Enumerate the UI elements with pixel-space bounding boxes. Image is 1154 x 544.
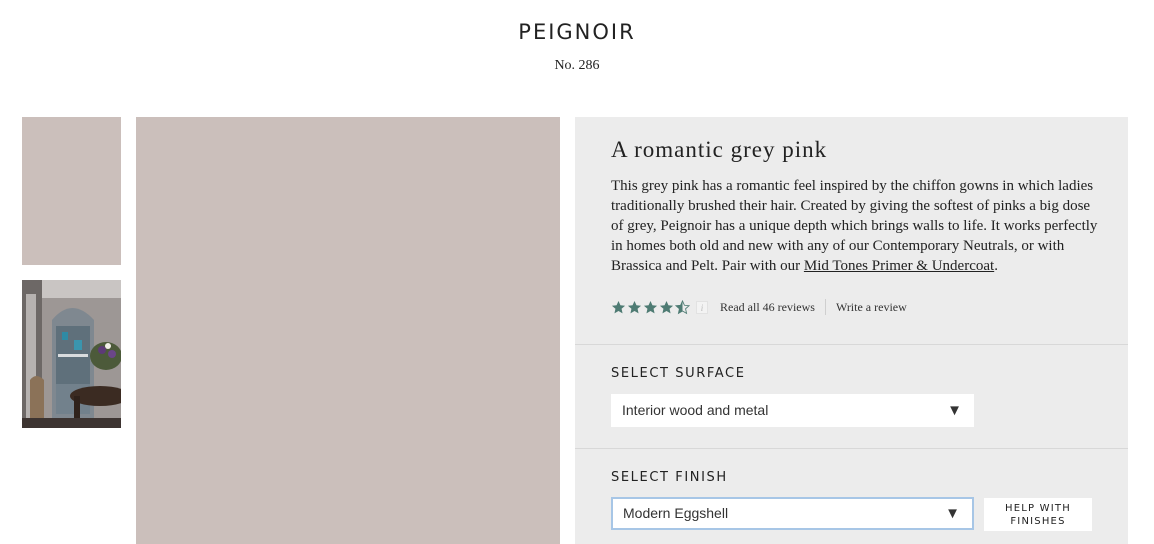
section-divider <box>575 448 1128 449</box>
room-photo-image <box>22 280 121 428</box>
thumbnail-colour-swatch[interactable] <box>22 117 121 265</box>
surface-select[interactable]: Interior wood and metal ▼ <box>611 394 974 427</box>
finish-label: SELECT FINISH <box>611 470 728 485</box>
product-description: This grey pink has a romantic feel inspi… <box>611 176 1101 276</box>
star-half-icon <box>675 299 690 314</box>
write-review-link[interactable]: Write a review <box>836 300 907 315</box>
dropdown-arrow-icon: ▼ <box>947 402 962 419</box>
star-icon <box>659 300 674 313</box>
description-end: . <box>994 258 998 274</box>
star-icon <box>643 300 658 313</box>
finish-selected-value: Modern Eggshell <box>623 505 729 521</box>
help-with-finishes-button[interactable]: HELP WITH FINISHES <box>984 498 1092 531</box>
star-icon <box>611 300 626 313</box>
star-icon <box>627 300 642 313</box>
surface-label: SELECT SURFACE <box>611 366 746 381</box>
rating-row: i Read all 46 reviews Write a review <box>611 298 907 316</box>
product-number: No. 286 <box>554 58 600 73</box>
thumbnail-room-photo[interactable] <box>22 280 121 428</box>
main-colour-swatch <box>136 117 560 544</box>
product-tagline: A romantic grey pink <box>611 137 828 162</box>
finish-select[interactable]: Modern Eggshell ▼ <box>611 497 974 530</box>
read-reviews-link[interactable]: Read all 46 reviews <box>720 300 815 315</box>
section-divider <box>575 344 1128 345</box>
product-name: PEIGNOIR <box>518 20 636 44</box>
divider <box>824 299 826 315</box>
surface-selected-value: Interior wood and metal <box>622 402 769 418</box>
product-details-panel: A romantic grey pink This grey pink has … <box>575 117 1128 544</box>
dropdown-arrow-icon: ▼ <box>945 505 960 522</box>
info-icon[interactable]: i <box>696 300 708 314</box>
star-rating <box>611 299 690 315</box>
primer-link[interactable]: Mid Tones Primer & Undercoat <box>804 258 994 274</box>
